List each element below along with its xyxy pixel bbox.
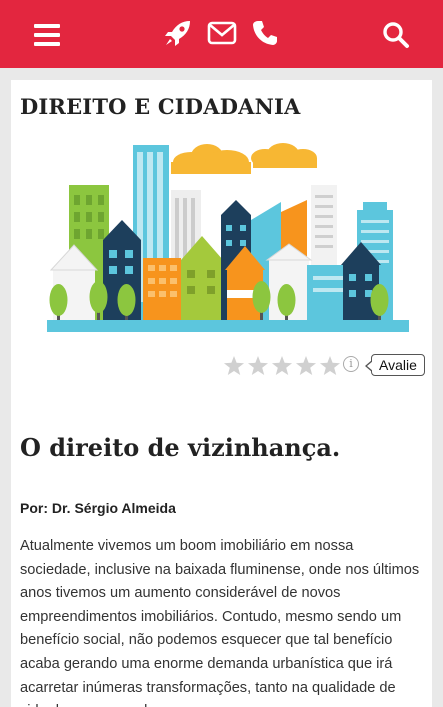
rate-button[interactable]: Avalie (365, 354, 425, 376)
search-icon[interactable] (382, 21, 410, 49)
article-body: Atualmente vivemos um boom imobiliário e… (20, 538, 420, 707)
star-icon (320, 356, 340, 375)
top-navigation-bar (0, 0, 443, 68)
rocket-icon[interactable] (164, 19, 192, 47)
mail-icon[interactable] (207, 21, 237, 45)
article-byline: Por: Dr. Sérgio Almeida (20, 500, 176, 516)
star-icon (272, 356, 292, 375)
phone-icon[interactable] (252, 20, 278, 46)
star-icon (224, 356, 244, 375)
content-card: DIREITO E CIDADANIA i Avalie O direito d… (11, 80, 432, 707)
star-icon (296, 356, 316, 375)
section-title: DIREITO E CIDADANIA (20, 94, 301, 119)
article-title: O direito de vizinhança. (20, 433, 341, 462)
star-rating[interactable] (223, 355, 343, 377)
menu-icon[interactable] (34, 24, 60, 46)
info-icon[interactable]: i (343, 356, 359, 372)
star-icon (248, 356, 268, 375)
city-illustration (47, 143, 409, 332)
